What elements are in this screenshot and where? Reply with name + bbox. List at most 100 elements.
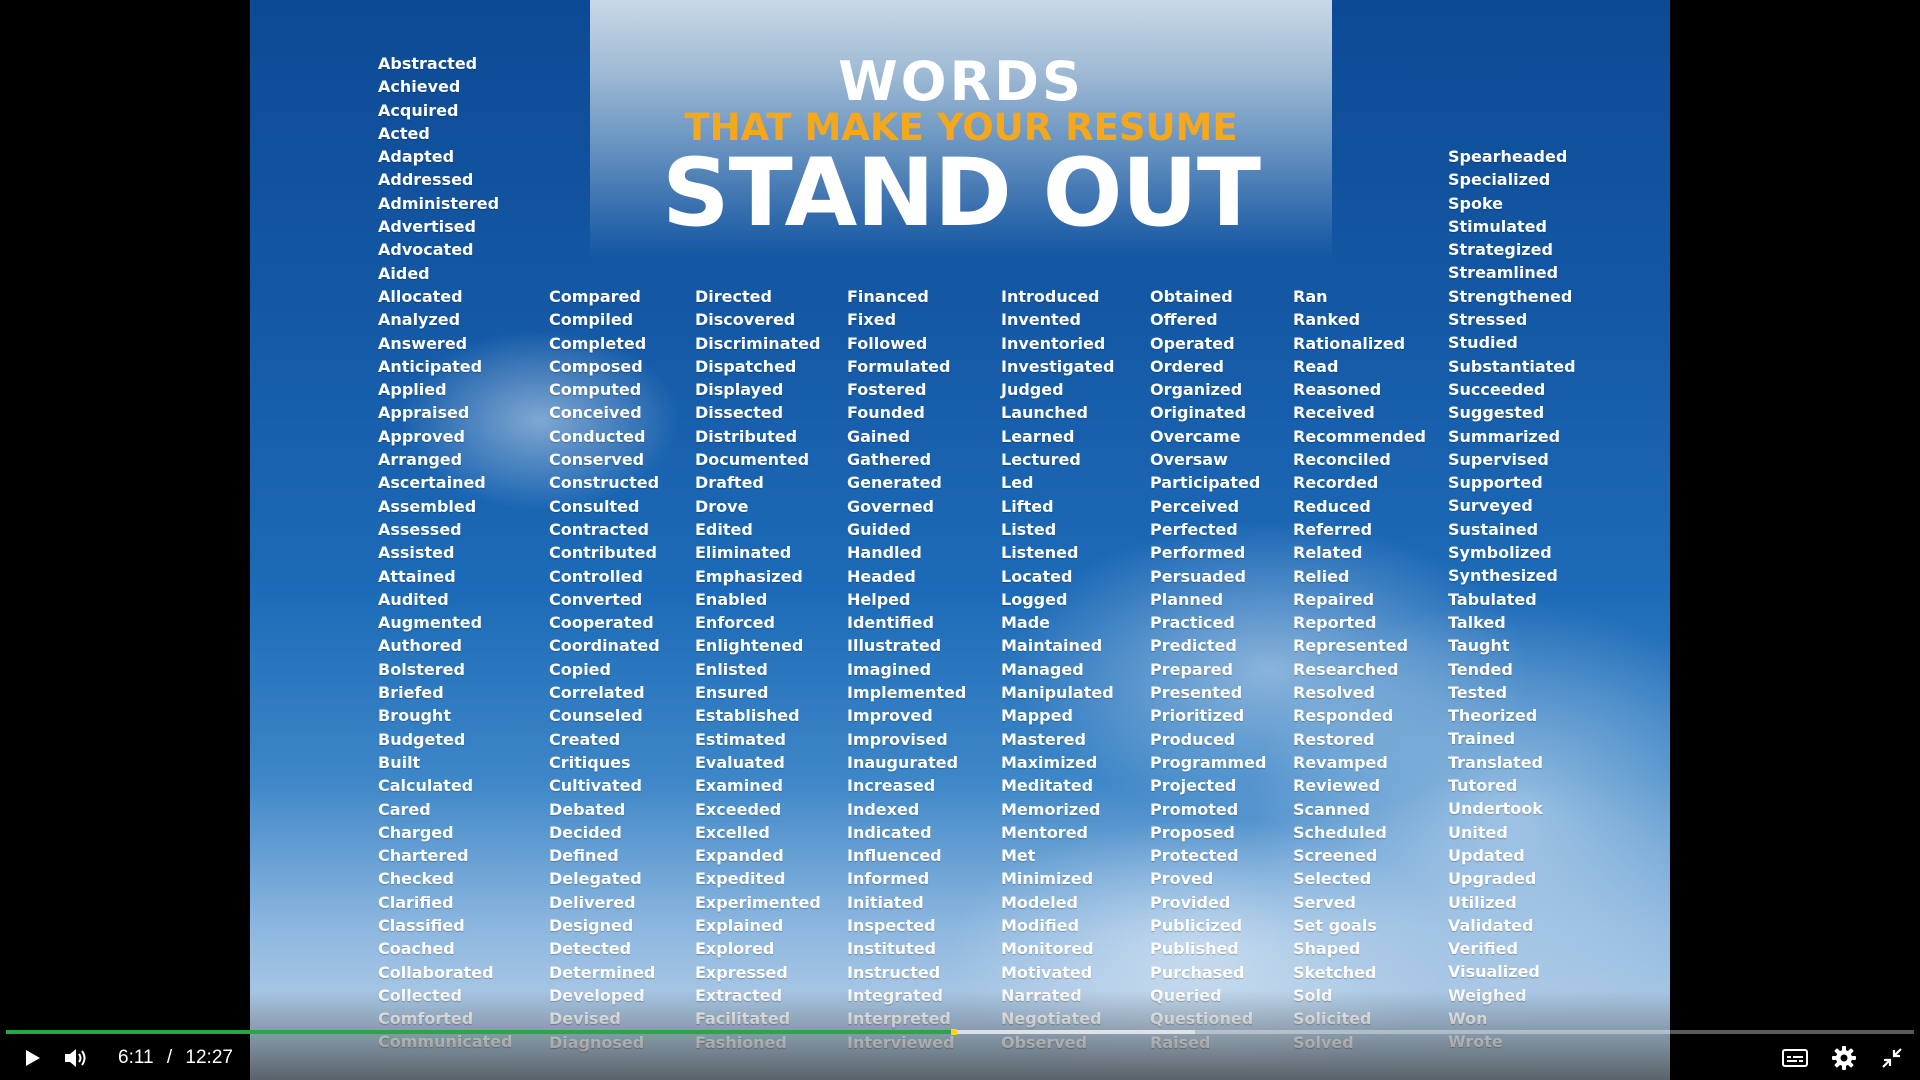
volume-icon [65, 1049, 86, 1067]
action-word: Designed [549, 916, 634, 936]
action-word: Projected [1150, 776, 1237, 796]
action-word: Maximized [1001, 752, 1098, 772]
action-word: Referred [1293, 519, 1373, 539]
action-word: Sketched [1293, 962, 1377, 982]
action-word: Motivated [1001, 962, 1093, 982]
scrub-handle[interactable] [951, 1029, 958, 1035]
action-word: Authored [378, 636, 462, 656]
control-bar [0, 1036, 1920, 1080]
action-word: Meditated [1001, 776, 1094, 796]
word-column-1: Abstracted Achieved Acquired Acted Adapted Ad… [378, 52, 513, 1054]
action-word: Revamped [1293, 752, 1388, 772]
action-word: Displayed [695, 380, 784, 400]
action-word: Completed [549, 333, 647, 353]
action-word: Copied [549, 659, 611, 679]
action-word: Tutored [1448, 776, 1518, 796]
action-word: Enabled [695, 589, 768, 609]
action-word: Estimated [695, 729, 787, 749]
settings-icon [1832, 1046, 1856, 1070]
action-word: Financed [847, 287, 929, 306]
action-word: Formulated [847, 356, 951, 376]
action-word: Built [378, 752, 421, 772]
video-player[interactable]: WORDS THAT MAKE YOUR RESUME STAND OUT Ab… [0, 0, 1920, 1080]
action-word: Spearheaded [1448, 147, 1568, 166]
action-word: Manipulated [1001, 683, 1114, 703]
action-word: Computed [549, 380, 642, 400]
exit-fullscreen-button[interactable] [1874, 1042, 1910, 1074]
settings-button[interactable] [1826, 1042, 1862, 1074]
action-word: Ascertained [378, 473, 486, 493]
progress-buffered [954, 1030, 1195, 1034]
action-word: Compared [549, 287, 641, 306]
action-word: Perceived [1150, 496, 1240, 516]
word-column-6: Obtained Offered Operated Ordered Organized O… [1150, 285, 1266, 1054]
play-button[interactable] [14, 1042, 50, 1074]
action-word: Related [1293, 543, 1363, 563]
action-word: Shaped [1293, 939, 1361, 959]
action-word: Expressed [695, 962, 788, 982]
action-word: Originated [1150, 403, 1247, 423]
action-word: Proved [1150, 869, 1214, 889]
action-word: Practiced [1150, 613, 1235, 633]
action-word: Tended [1448, 659, 1513, 679]
word-column-3: Directed Discovered Discriminated Dispatche… [695, 285, 821, 1054]
action-word: Offered [1150, 310, 1218, 330]
word-column-7: Ran Ranked Rationalized Read Reasoned Receive… [1293, 285, 1426, 1054]
progress-bar[interactable] [6, 1029, 1914, 1035]
action-word: Served [1293, 892, 1356, 912]
action-word: Budgeted [378, 729, 466, 749]
action-word: Summarized [1448, 426, 1561, 446]
action-word: Supported [1448, 473, 1543, 493]
action-word: Expedited [695, 869, 786, 889]
action-word: Drove [695, 496, 749, 516]
action-word: Decided [549, 822, 622, 842]
action-word: Logged [1001, 589, 1068, 609]
action-word: Influenced [847, 846, 942, 866]
action-word: Planned [1150, 589, 1224, 609]
action-word: Ran [1293, 287, 1328, 306]
captions-button[interactable] [1776, 1042, 1814, 1074]
action-word: Cared [378, 799, 431, 819]
action-word: Classified [378, 915, 465, 935]
action-word: Emphasized [695, 566, 803, 586]
action-word: Discriminated [695, 333, 821, 353]
action-word: Followed [847, 333, 928, 353]
action-word: Assisted [378, 543, 455, 563]
action-word: Synthesized [1448, 566, 1558, 586]
action-word: Advocated [378, 240, 474, 260]
action-word: Located [1001, 566, 1073, 586]
action-word: Researched [1293, 659, 1399, 679]
action-word: Controlled [549, 566, 643, 586]
action-word: Answered [378, 333, 468, 353]
action-word: Symbolized [1448, 543, 1552, 563]
video-frame: WORDS THAT MAKE YOUR RESUME STAND OUT Ab… [250, 0, 1670, 1080]
action-word: Chartered [378, 846, 469, 866]
action-word: Inspected [847, 916, 936, 936]
action-word: Converted [549, 589, 643, 609]
action-word: Set goals [1293, 916, 1377, 936]
action-word: Adapted [378, 147, 455, 167]
action-word: Oversaw [1150, 450, 1228, 470]
action-word: Purchased [1150, 962, 1245, 982]
action-word: Debated [549, 799, 626, 819]
action-word: Addressed [378, 170, 474, 190]
action-word: Strengthened [1448, 286, 1573, 306]
time-display: 6:11 / 12:27 [118, 1046, 233, 1070]
action-word: Founded [847, 403, 925, 423]
action-word: Met [1001, 846, 1036, 866]
action-word: Resolved [1293, 683, 1375, 703]
action-word: Modified [1001, 916, 1080, 936]
action-word: Represented [1293, 636, 1409, 656]
action-word: Exceeded [695, 799, 782, 819]
action-word: Provided [1150, 892, 1231, 912]
action-word: Maintained [1001, 636, 1103, 656]
action-word: Dispatched [695, 356, 797, 376]
action-word: Coordinated [549, 636, 660, 656]
volume-button[interactable] [58, 1042, 94, 1074]
action-word: Instructed [847, 962, 941, 982]
action-word: Minimized [1001, 869, 1094, 889]
action-word: Imagined [847, 659, 932, 679]
action-word: Monitored [1001, 939, 1094, 959]
action-word: Created [549, 729, 621, 749]
action-word: Experimented [695, 892, 821, 912]
